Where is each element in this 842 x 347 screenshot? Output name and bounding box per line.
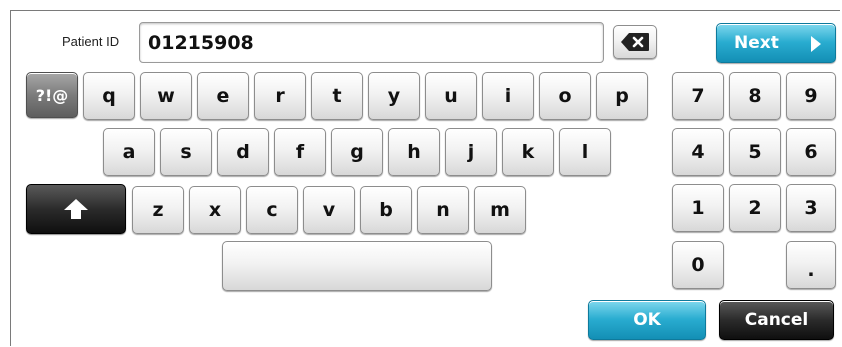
key-w[interactable]: w (140, 72, 192, 120)
key-b[interactable]: b (360, 186, 412, 234)
key-d[interactable]: d (217, 128, 269, 176)
key-l[interactable]: l (559, 128, 611, 176)
space-bar[interactable] (222, 241, 492, 291)
key-f[interactable]: f (274, 128, 326, 176)
numpad-9[interactable]: 9 (786, 72, 836, 120)
numpad-2[interactable]: 2 (729, 184, 781, 232)
key-u[interactable]: u (425, 72, 477, 120)
backspace-icon (621, 33, 649, 51)
key-g[interactable]: g (331, 128, 383, 176)
numpad-8[interactable]: 8 (729, 72, 781, 120)
patient-id-label: Patient ID (62, 34, 120, 49)
key-n[interactable]: n (417, 186, 469, 234)
numpad-1[interactable]: 1 (672, 184, 724, 232)
key-q[interactable]: q (83, 72, 135, 120)
numpad-6[interactable]: 6 (786, 128, 836, 176)
shift-up-arrow-icon (64, 199, 88, 219)
key-e[interactable]: e (197, 72, 249, 120)
numpad-0[interactable]: 0 (672, 241, 724, 289)
numpad-7[interactable]: 7 (672, 72, 724, 120)
key-t[interactable]: t (311, 72, 363, 120)
numpad-dot[interactable]: . (786, 241, 836, 289)
key-o[interactable]: o (539, 72, 591, 120)
numpad-5[interactable]: 5 (729, 128, 781, 176)
patient-id-input[interactable]: 01215908 (139, 22, 604, 63)
key-c[interactable]: c (246, 186, 298, 234)
key-y[interactable]: y (368, 72, 420, 120)
key-h[interactable]: h (388, 128, 440, 176)
numpad-4[interactable]: 4 (672, 128, 724, 176)
key-r[interactable]: r (254, 72, 306, 120)
cancel-button[interactable]: Cancel (719, 300, 834, 340)
next-button[interactable]: Next (716, 23, 836, 63)
symbols-key[interactable]: ?!@ (26, 72, 78, 118)
key-p[interactable]: p (596, 72, 648, 120)
key-v[interactable]: v (303, 186, 355, 234)
key-s[interactable]: s (160, 128, 212, 176)
key-i[interactable]: i (482, 72, 534, 120)
chevron-right-icon (811, 36, 821, 52)
key-j[interactable]: j (445, 128, 497, 176)
key-a[interactable]: a (103, 128, 155, 176)
key-z[interactable]: z (132, 186, 184, 234)
key-m[interactable]: m (474, 186, 526, 234)
key-x[interactable]: x (189, 186, 241, 234)
key-k[interactable]: k (502, 128, 554, 176)
shift-key[interactable] (26, 184, 126, 234)
next-label: Next (734, 33, 779, 53)
ok-button[interactable]: OK (588, 300, 706, 340)
numpad-3[interactable]: 3 (786, 184, 836, 232)
backspace-button[interactable] (613, 25, 657, 59)
